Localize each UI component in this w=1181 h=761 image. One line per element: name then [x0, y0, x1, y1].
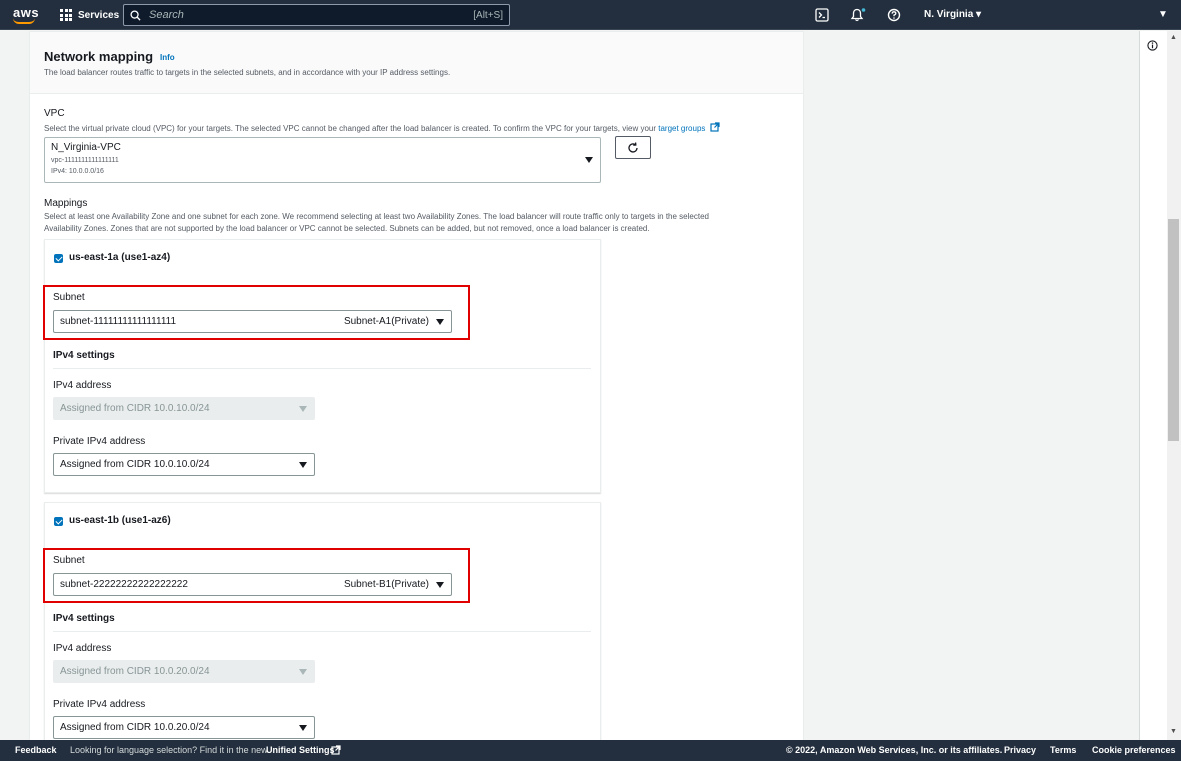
language-note: Looking for language selection? Find it … — [70, 745, 268, 755]
cookie-preferences-link[interactable]: Cookie preferences — [1092, 745, 1176, 755]
search-box[interactable]: [Alt+S] — [123, 4, 510, 26]
account-menu-caret-icon[interactable]: ▼ — [1158, 9, 1168, 20]
vpc-label: VPC — [44, 108, 65, 119]
top-navigation: aws Services [Alt+S] N. Virginia ▾ ▼ — [0, 0, 1181, 30]
highlight-box-subnet-b — [43, 548, 470, 603]
az-card-us-east-1b: us-east-1b (use1-az6) Subnet subnet-2222… — [44, 502, 601, 761]
ipv4-address-value: Assigned from CIDR 10.0.10.0/24 — [60, 403, 210, 414]
ipv4-address-value: Assigned from CIDR 10.0.20.0/24 — [60, 666, 210, 677]
private-ipv4-label: Private IPv4 address — [53, 699, 146, 710]
info-panel-icon[interactable] — [1147, 38, 1158, 56]
search-input[interactable] — [141, 9, 474, 21]
notifications-bell-icon[interactable] — [850, 8, 866, 22]
vpc-description: Select the virtual private cloud (VPC) f… — [44, 122, 720, 135]
copyright: © 2022, Amazon Web Services, Inc. or its… — [786, 745, 1003, 755]
ipv4-address-label: IPv4 address — [53, 380, 112, 391]
refresh-icon — [628, 141, 638, 153]
az-card-us-east-1a: us-east-1a (use1-az4) Subnet subnet-1111… — [44, 239, 601, 493]
chevron-down-icon — [585, 157, 593, 163]
unified-settings-link[interactable]: Unified Settings — [266, 745, 335, 755]
external-link-icon[interactable] — [331, 745, 341, 755]
chevron-down-icon — [299, 406, 307, 412]
ipv4-address-label: IPv4 address — [53, 643, 112, 654]
private-ipv4-select[interactable]: Assigned from CIDR 10.0.10.0/24 — [53, 453, 315, 476]
divider — [53, 631, 591, 632]
private-ipv4-value: Assigned from CIDR 10.0.10.0/24 — [60, 459, 210, 470]
info-link[interactable]: Info — [160, 53, 175, 62]
private-ipv4-value: Assigned from CIDR 10.0.20.0/24 — [60, 722, 210, 733]
panel-title: Network mapping — [44, 49, 154, 64]
search-shortcut: [Alt+S] — [473, 9, 503, 21]
scroll-up-arrow-icon[interactable]: ▲ — [1170, 34, 1177, 41]
aws-logo[interactable]: aws — [10, 5, 40, 25]
services-label: Services — [78, 9, 120, 21]
chevron-down-icon — [299, 725, 307, 731]
az-checkbox-us-east-1a[interactable] — [54, 254, 63, 263]
network-mapping-panel: Network mapping Info The load balancer r… — [29, 31, 804, 761]
help-icon[interactable] — [887, 8, 901, 22]
az-title: us-east-1b (use1-az6) — [69, 515, 171, 526]
right-rail — [1139, 31, 1167, 740]
feedback-link[interactable]: Feedback — [15, 745, 57, 755]
refresh-button[interactable] — [615, 136, 651, 159]
vpc-name: N_Virginia-VPC — [51, 142, 121, 153]
vpc-description-text: Select the virtual private cloud (VPC) f… — [44, 124, 657, 133]
private-ipv4-label: Private IPv4 address — [53, 436, 146, 447]
cloudshell-icon[interactable] — [815, 8, 829, 22]
ipv4-address-select: Assigned from CIDR 10.0.20.0/24 — [53, 660, 315, 683]
divider — [53, 368, 591, 369]
vpc-select[interactable]: N_Virginia-VPC vpc-1111111111111111 IPv4… — [44, 137, 601, 183]
aws-smile-icon — [13, 18, 35, 24]
footer: Feedback Looking for language selection?… — [0, 740, 1181, 761]
scroll-down-arrow-icon[interactable]: ▼ — [1170, 728, 1177, 735]
panel-description: The load balancer routes traffic to targ… — [44, 68, 451, 77]
ipv4-settings-heading: IPv4 settings — [53, 613, 115, 624]
terms-link[interactable]: Terms — [1050, 745, 1076, 755]
vpc-cidr: IPv4: 10.0.0.0/16 — [51, 168, 104, 175]
highlight-box-subnet-a — [43, 285, 470, 340]
vpc-id: vpc-1111111111111111 — [51, 157, 119, 164]
private-ipv4-select[interactable]: Assigned from CIDR 10.0.20.0/24 — [53, 716, 315, 739]
mappings-description-line2: Availability Zones. Zones that are not s… — [44, 224, 650, 233]
region-selector[interactable]: N. Virginia ▾ — [924, 9, 981, 20]
external-link-icon[interactable] — [710, 122, 720, 132]
mappings-description-line1: Select at least one Availability Zone an… — [44, 212, 709, 221]
mappings-label: Mappings — [44, 198, 88, 209]
chevron-down-icon — [299, 669, 307, 675]
az-checkbox-us-east-1b[interactable] — [54, 517, 63, 526]
privacy-link[interactable]: Privacy — [1004, 745, 1036, 755]
grid-icon — [60, 9, 72, 21]
scrollbar-thumb[interactable] — [1168, 219, 1179, 441]
az-title: us-east-1a (use1-az4) — [69, 252, 171, 263]
ipv4-settings-heading: IPv4 settings — [53, 350, 115, 361]
chevron-down-icon — [299, 462, 307, 468]
services-menu-button[interactable]: Services — [60, 7, 119, 23]
ipv4-address-select: Assigned from CIDR 10.0.10.0/24 — [53, 397, 315, 420]
panel-header: Network mapping Info The load balancer r… — [30, 32, 803, 94]
target-groups-link[interactable]: target groups — [658, 124, 705, 133]
search-icon — [130, 9, 141, 21]
